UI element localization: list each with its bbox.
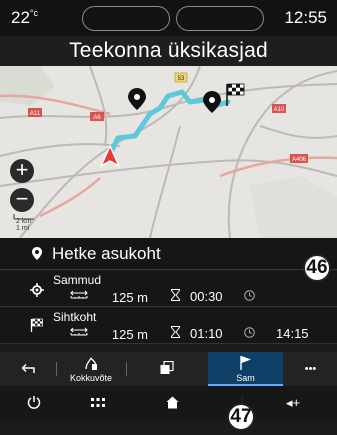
road-label-53: 53 — [178, 76, 185, 82]
steps-label: Sam — [236, 373, 255, 383]
more-button[interactable]: ••• — [284, 352, 337, 386]
road-label-a11: A11 — [30, 111, 41, 117]
scale-label: 2 km 1 mi — [16, 218, 31, 232]
page-title: Teekonna üksikasjad — [69, 39, 268, 62]
pages-icon — [160, 361, 174, 374]
current-location-label: Hetke asukoht — [52, 244, 161, 263]
clock: 12:55 — [284, 8, 327, 27]
back-icon — [21, 363, 35, 373]
scale-label-mi: 1 mi — [16, 225, 30, 232]
row-title: Sihtkoht — [53, 310, 97, 324]
route-row-destination[interactable]: Sihtkoht 125 m 01:10 14:15 — [0, 308, 337, 344]
summary-label: Kokkuvõte — [69, 373, 113, 383]
road-label-a10: A10 — [274, 107, 285, 113]
temperature-value: 22 — [11, 8, 30, 27]
apps-grid-icon[interactable] — [91, 398, 105, 407]
clock-icon — [244, 327, 255, 338]
route-row-steps[interactable]: Sammud 125 m 00:30 — [0, 271, 337, 307]
steps-tab[interactable]: Sam — [208, 352, 283, 386]
row-duration: 00:30 — [190, 289, 223, 304]
flag-icon — [240, 356, 251, 370]
road-label-a6: A6 — [93, 115, 101, 121]
waypoint-icon — [30, 283, 44, 297]
row-duration: 01:10 — [190, 326, 223, 341]
route-toolbar: Kokkuvõte Sam ••• — [0, 352, 337, 386]
clock-icon — [244, 290, 255, 301]
road-label-a406: A406 — [292, 157, 307, 163]
hourglass-icon — [171, 326, 180, 338]
route-summary-icon — [85, 357, 97, 370]
status-pill-right[interactable] — [176, 6, 264, 31]
title-bar: Teekonna üksikasjad — [0, 36, 337, 66]
temperature-unit: °c — [29, 8, 39, 18]
power-icon[interactable] — [27, 394, 41, 410]
row-distance: 125 m — [111, 290, 148, 305]
bottom-nav: ◂+ — [0, 386, 337, 422]
location-pin-icon — [32, 247, 42, 260]
navigation-screen: 22°c 12:55 Teekonna üksikasjad 53 A6 A11… — [0, 0, 337, 435]
status-pill-left[interactable] — [82, 6, 170, 31]
row-arrival: 14:15 — [276, 326, 309, 341]
callout-46: 46 — [303, 254, 331, 282]
summary-button[interactable]: Kokkuvõte — [57, 352, 125, 386]
row-distance: 125 m — [111, 327, 148, 342]
volume-button[interactable]: ◂+ — [286, 395, 300, 411]
home-icon[interactable] — [166, 396, 179, 409]
distance-icon — [70, 290, 88, 299]
current-location-row[interactable]: Hetke asukoht — [0, 238, 337, 270]
scale-label-km: 2 km — [16, 218, 32, 225]
zoom-out-button[interactable]: − — [10, 188, 34, 212]
hourglass-icon — [171, 289, 180, 301]
checkered-flag-icon — [30, 318, 43, 332]
callout-47: 47 — [227, 403, 255, 431]
back-button[interactable] — [0, 352, 55, 386]
outside-temperature: 22°c — [11, 8, 38, 28]
row-title: Sammud — [53, 273, 102, 287]
distance-icon — [70, 327, 88, 336]
map-view[interactable]: 53 A6 A11 A10 A406 + − 2 km 1 mi — [0, 66, 337, 238]
map-canvas: 53 A6 A11 A10 A406 — [0, 66, 337, 238]
zoom-in-button[interactable]: + — [10, 159, 34, 183]
pages-button[interactable] — [127, 352, 207, 386]
status-bar: 22°c 12:55 — [0, 0, 337, 36]
